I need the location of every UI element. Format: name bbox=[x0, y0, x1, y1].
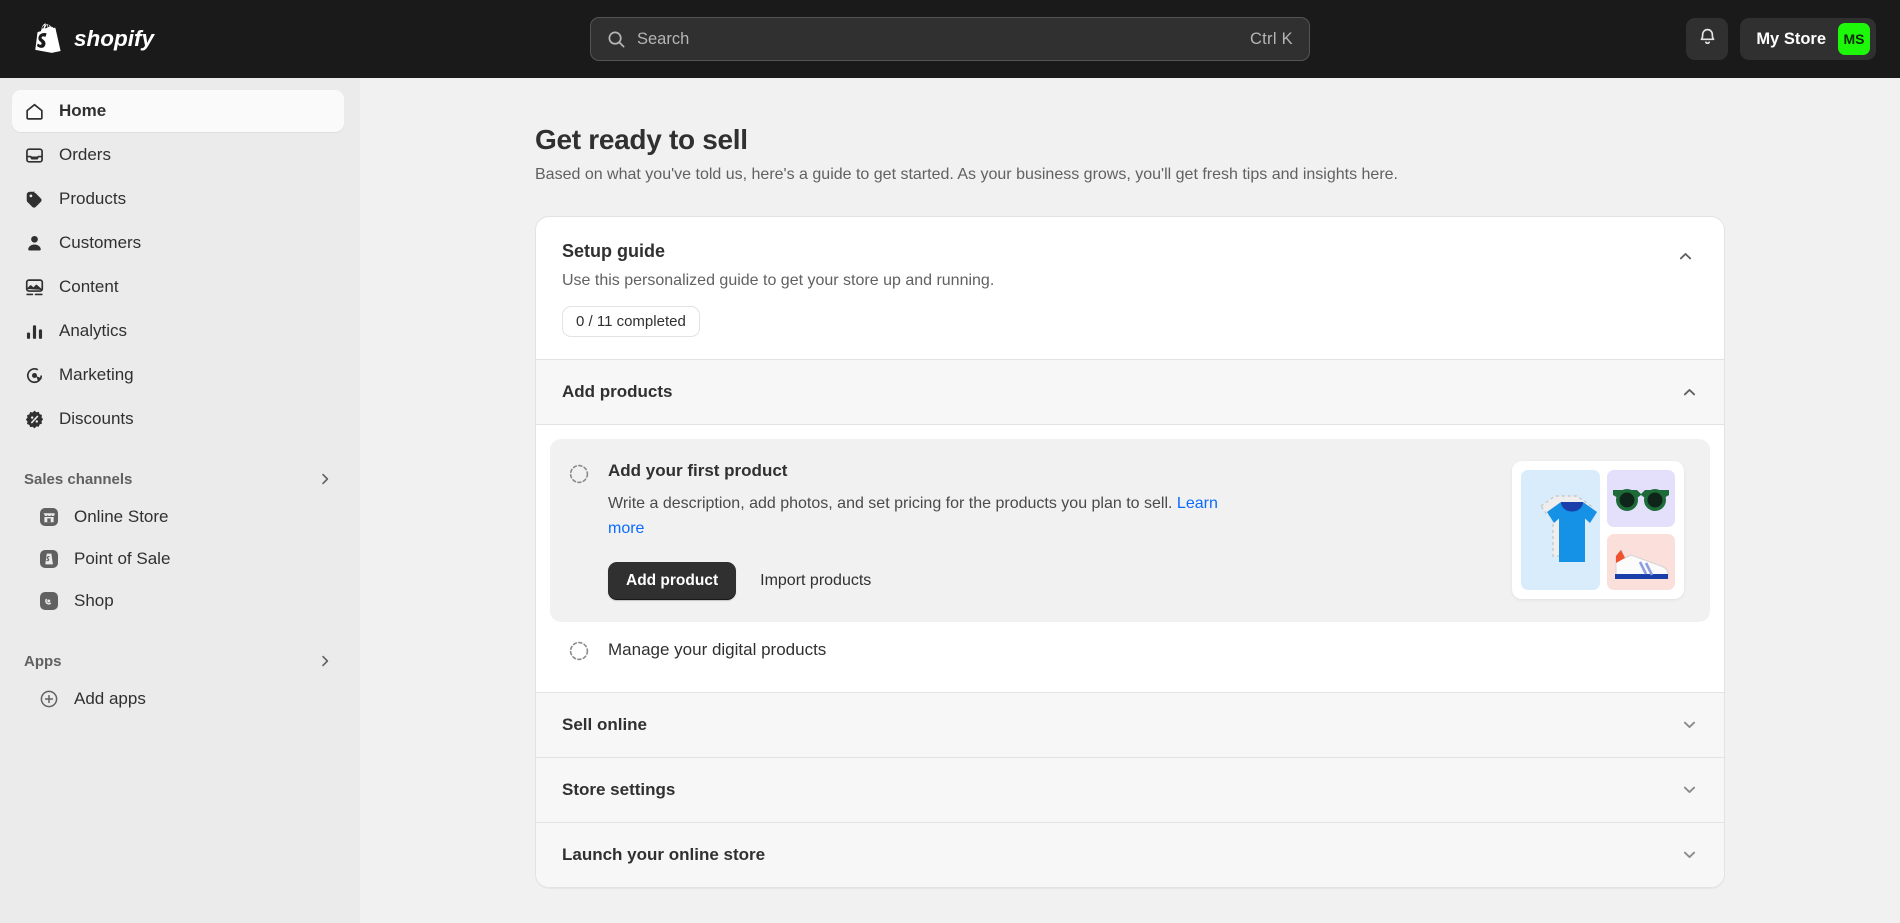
section-header-store-settings[interactable]: Store settings bbox=[536, 756, 1724, 822]
section-header-sell-online[interactable]: Sell online bbox=[536, 691, 1724, 757]
sidebar-item-home[interactable]: Home bbox=[12, 90, 344, 132]
page-title: Get ready to sell bbox=[535, 124, 748, 155]
sidebar-section-label: Apps bbox=[24, 652, 62, 670]
sidebar-item-label: Content bbox=[59, 277, 119, 296]
store-menu-button[interactable]: My Store MS bbox=[1740, 18, 1876, 60]
sidebar-item-label: Customers bbox=[59, 233, 142, 252]
shoe-illustration bbox=[1607, 533, 1675, 590]
import-products-button[interactable]: Import products bbox=[746, 562, 885, 600]
target-cursor-icon bbox=[24, 365, 45, 386]
svg-text:shopify: shopify bbox=[74, 26, 156, 51]
chevron-up-icon bbox=[1681, 384, 1698, 401]
shopify-logo[interactable]: shopify bbox=[0, 20, 168, 58]
sidebar-item-point-of-sale[interactable]: Point of Sale bbox=[26, 538, 344, 580]
sidebar-item-online-store[interactable]: Online Store bbox=[26, 496, 344, 538]
sidebar-item-label: Discounts bbox=[59, 409, 134, 428]
image-content-icon bbox=[24, 277, 45, 298]
sidebar-item-add-apps[interactable]: Add apps bbox=[26, 678, 344, 720]
sidebar-item-discounts[interactable]: Discounts bbox=[12, 398, 344, 440]
sidebar-section-label: Sales channels bbox=[24, 470, 133, 488]
sidebar-section-sales-channels[interactable]: Sales channels bbox=[12, 462, 344, 496]
search-icon bbox=[607, 30, 626, 49]
task-actions: Add product Import products bbox=[608, 561, 1494, 600]
setup-guide-collapse-button[interactable] bbox=[1668, 239, 1702, 273]
shop-icon bbox=[38, 590, 60, 612]
orders-inbox-icon bbox=[24, 145, 45, 166]
progress-badge: 0 / 11 completed bbox=[562, 306, 700, 337]
setup-guide-title: Setup guide bbox=[562, 241, 665, 261]
section-body-add-products: Add your first product Write a descripti… bbox=[536, 425, 1724, 692]
sidebar-item-label: Orders bbox=[59, 145, 111, 164]
add-product-button[interactable]: Add product bbox=[608, 561, 737, 600]
tshirt-illustration bbox=[1521, 470, 1600, 590]
setup-guide-description: Use this personalized guide to get your … bbox=[562, 272, 995, 289]
setup-guide-card: Setup guide Use this personalized guide … bbox=[535, 216, 1725, 888]
section-header-launch-online-store[interactable]: Launch your online store bbox=[536, 821, 1724, 887]
chevron-down-icon bbox=[1681, 781, 1698, 798]
sidebar-item-label: Analytics bbox=[59, 321, 128, 340]
person-icon bbox=[24, 233, 45, 254]
top-bar-actions: My Store MS bbox=[1686, 18, 1900, 60]
plus-circle-icon bbox=[38, 688, 60, 710]
shopify-wordmark: shopify bbox=[74, 26, 168, 52]
shopify-bag-icon bbox=[30, 20, 64, 58]
top-bar: shopify Search Ctrl K My Store MS bbox=[0, 0, 1900, 78]
sunglasses-illustration bbox=[1607, 470, 1675, 527]
sidebar-item-label: Home bbox=[59, 101, 107, 120]
sidebar-item-marketing[interactable]: Marketing bbox=[12, 354, 344, 396]
avatar: MS bbox=[1838, 23, 1870, 55]
sidebar-item-content[interactable]: Content bbox=[12, 266, 344, 308]
task-title: Add your first product bbox=[608, 461, 788, 480]
search-input[interactable]: Search Ctrl K bbox=[590, 17, 1310, 61]
bell-icon bbox=[1697, 27, 1718, 51]
search-bar[interactable]: Search Ctrl K bbox=[590, 17, 1310, 61]
section-title: Sell online bbox=[562, 714, 648, 734]
sidebar-item-label: Add apps bbox=[74, 689, 146, 708]
store-name: My Store bbox=[1756, 29, 1826, 48]
task-description-text: Write a description, add photos, and set… bbox=[608, 495, 1177, 512]
sidebar-item-label: Point of Sale bbox=[74, 549, 171, 568]
sidebar-item-label: Products bbox=[59, 189, 127, 208]
task-title: Manage your digital products bbox=[608, 639, 827, 659]
chevron-right-icon bbox=[318, 472, 332, 486]
task-add-first-product: Add your first product Write a descripti… bbox=[550, 439, 1710, 622]
app-shell: Home Orders Products Customers Content A… bbox=[0, 78, 1900, 923]
sidebar-item-shop[interactable]: Shop bbox=[26, 580, 344, 622]
product-tag-icon bbox=[24, 189, 45, 210]
sidebar-item-label: Shop bbox=[74, 591, 114, 610]
section-title: Store settings bbox=[562, 779, 676, 799]
discount-percent-icon bbox=[24, 409, 45, 430]
page-subtitle: Based on what you've told us, here's a g… bbox=[535, 166, 1398, 183]
product-photos-illustration bbox=[1512, 461, 1684, 599]
home-icon bbox=[24, 101, 45, 122]
dashed-circle-icon[interactable] bbox=[568, 461, 590, 600]
task-manage-digital-products[interactable]: Manage your digital products bbox=[550, 622, 1710, 678]
chevron-down-icon bbox=[1681, 716, 1698, 733]
search-placeholder: Search bbox=[637, 29, 690, 48]
chevron-up-icon bbox=[1677, 248, 1694, 265]
task-description: Write a description, add photos, and set… bbox=[608, 492, 1248, 542]
sidebar-item-products[interactable]: Products bbox=[12, 178, 344, 220]
sidebar-item-orders[interactable]: Orders bbox=[12, 134, 344, 176]
section-title: Launch your online store bbox=[562, 844, 766, 864]
sidebar-item-label: Online Store bbox=[74, 507, 169, 526]
dashed-circle-icon[interactable] bbox=[568, 638, 590, 662]
chevron-right-icon bbox=[318, 654, 332, 668]
sidebar-item-analytics[interactable]: Analytics bbox=[12, 310, 344, 352]
point-of-sale-icon bbox=[38, 548, 60, 570]
sidebar-item-label: Marketing bbox=[59, 365, 134, 384]
setup-guide-header: Setup guide Use this personalized guide … bbox=[536, 217, 1724, 359]
chevron-down-icon bbox=[1681, 846, 1698, 863]
notifications-button[interactable] bbox=[1686, 18, 1729, 60]
illustration-column bbox=[1607, 470, 1675, 590]
storefront-icon bbox=[38, 506, 60, 528]
sidebar-section-apps[interactable]: Apps bbox=[12, 644, 344, 678]
main-content: Get ready to sell Based on what you've t… bbox=[360, 78, 1900, 923]
sidebar-item-customers[interactable]: Customers bbox=[12, 222, 344, 264]
section-header-add-products[interactable]: Add products bbox=[536, 359, 1724, 425]
bar-chart-icon bbox=[24, 321, 45, 342]
sidebar: Home Orders Products Customers Content A… bbox=[0, 78, 360, 923]
search-shortcut: Ctrl K bbox=[1249, 29, 1293, 48]
section-title: Add products bbox=[562, 382, 673, 401]
